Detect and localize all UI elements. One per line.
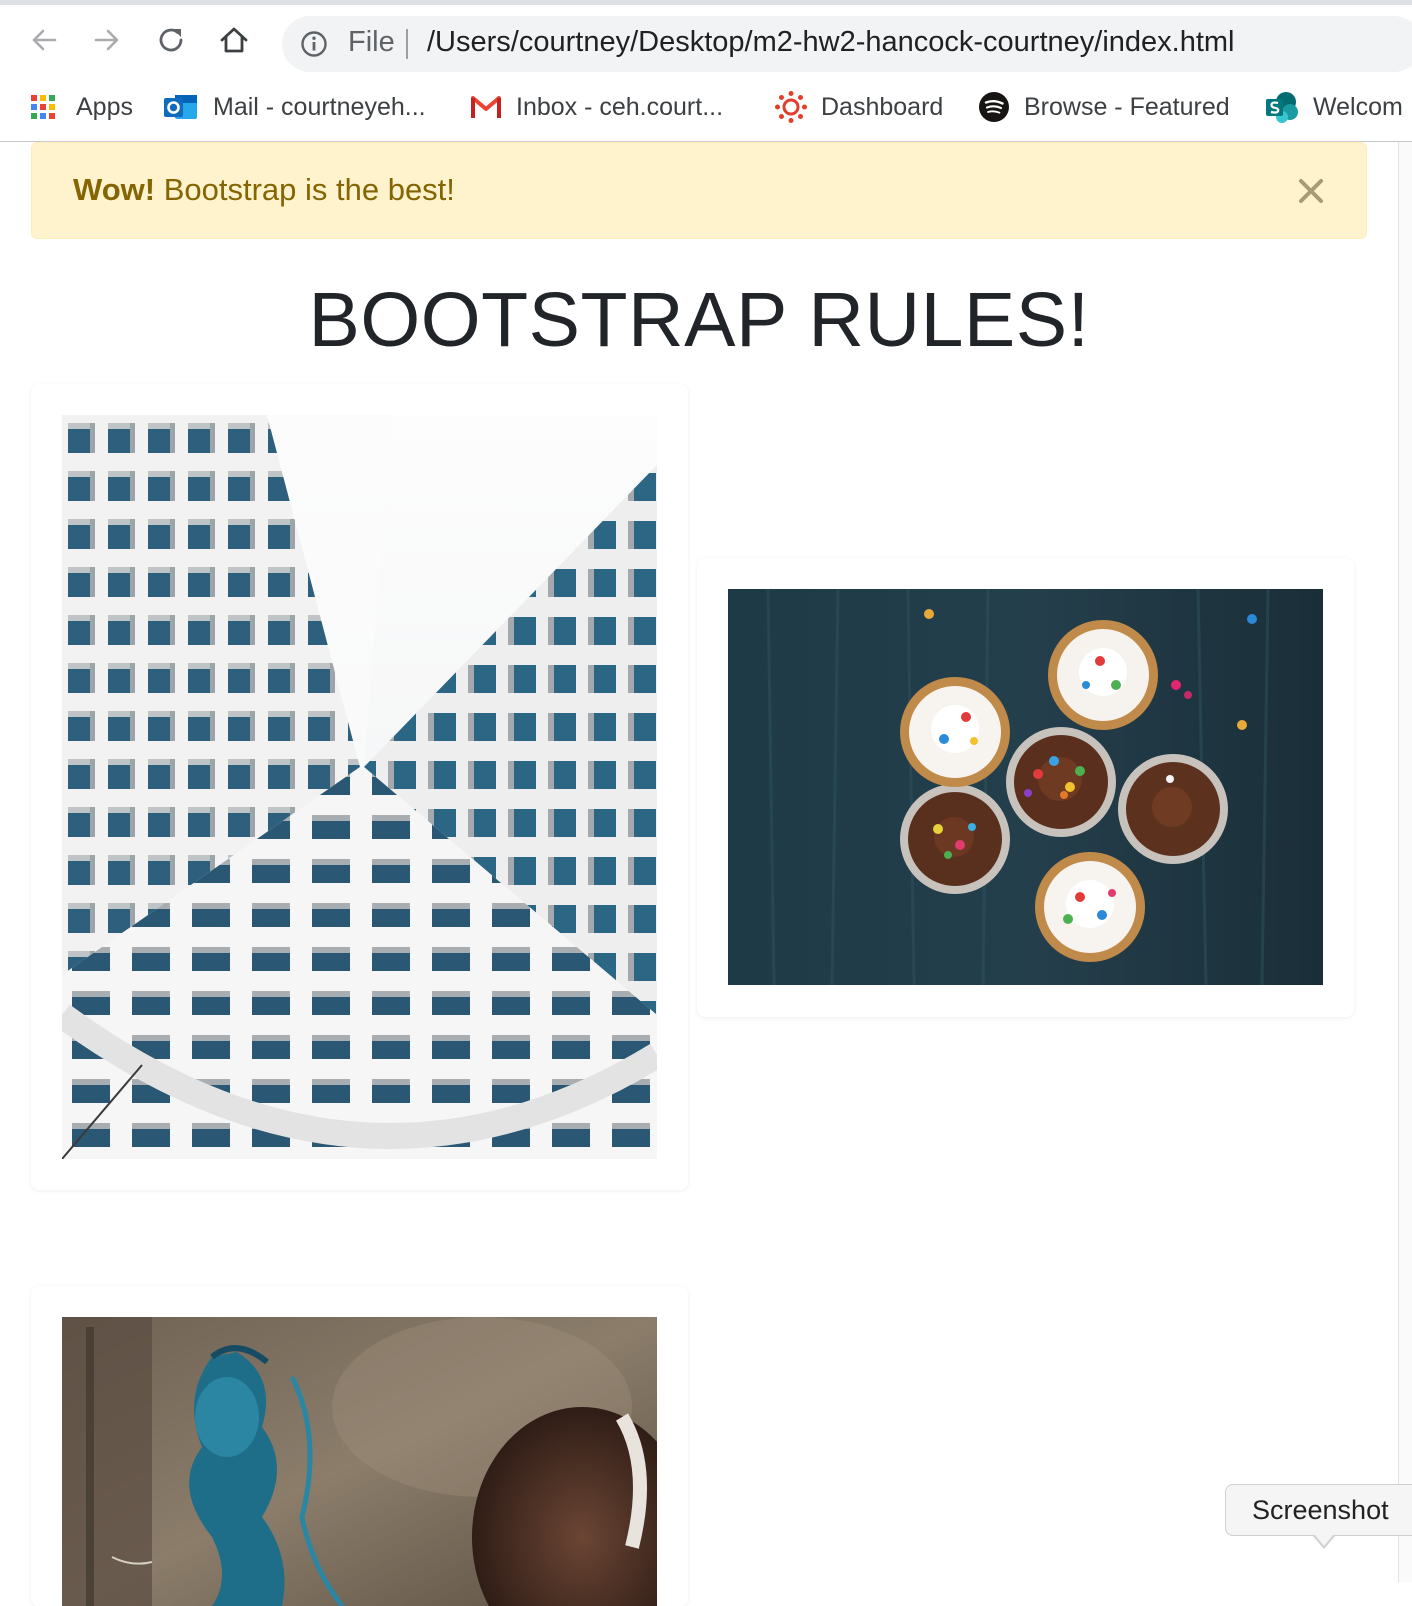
- back-button[interactable]: [26, 22, 62, 58]
- reload-button[interactable]: [153, 22, 189, 58]
- bookmark-label: Inbox - ceh.court...: [516, 92, 724, 121]
- info-icon[interactable]: [300, 30, 328, 63]
- forward-button[interactable]: [89, 22, 125, 58]
- image-card-cupcakes: [697, 558, 1354, 1017]
- alert-strong-text: Wow!: [73, 172, 156, 207]
- alert-message: Wow! Bootstrap is the best!: [73, 172, 455, 208]
- bookmark-label: Dashboard: [821, 92, 944, 121]
- cupcakes-photo: [728, 589, 1323, 985]
- url-text[interactable]: /Users/courtney/Desktop/m2-hw2-hancock-c…: [427, 26, 1235, 59]
- browser-toolbar: File /Users/courtney/Desktop/m2-hw2-hanc…: [0, 5, 1412, 77]
- image-card-graffiti: [31, 1286, 688, 1606]
- bookmarks-bar: Apps Mail - courtneyeh... Inbox - ceh.co…: [0, 77, 1412, 142]
- alert-body-text: Bootstrap is the best!: [155, 172, 455, 207]
- sharepoint-icon: [1266, 92, 1298, 123]
- url-divider: [406, 29, 408, 59]
- bookmark-label: Browse - Featured: [1024, 92, 1230, 121]
- canvas-icon: [775, 91, 807, 123]
- graffiti-photo: [62, 1317, 657, 1606]
- outlook-icon: [164, 95, 197, 119]
- page-scrollbar[interactable]: [1398, 142, 1412, 1582]
- page-heading: BOOTSTRAP RULES!: [308, 277, 1090, 363]
- bookmark-spotify[interactable]: Browse - Featured: [978, 87, 1230, 127]
- alert-close-button[interactable]: [1296, 176, 1326, 206]
- address-bar[interactable]: File /Users/courtney/Desktop/m2-hw2-hanc…: [282, 16, 1412, 72]
- close-icon: [1299, 179, 1323, 203]
- tooltip-arrow-fill: [1314, 1534, 1334, 1546]
- cupcake-chocolate: [1006, 727, 1116, 837]
- arrow-right-icon: [94, 29, 119, 51]
- screenshot-tooltip: Screenshot: [1225, 1484, 1412, 1536]
- warning-alert: Wow! Bootstrap is the best!: [31, 142, 1367, 239]
- bookmark-sharepoint[interactable]: Welcom: [1265, 87, 1403, 127]
- arrow-left-icon: [32, 29, 57, 51]
- gmail-icon: [471, 96, 501, 118]
- bookmark-mail[interactable]: Mail - courtneyeh...: [163, 87, 426, 127]
- url-scheme: File: [348, 26, 395, 58]
- bookmark-label: Mail - courtneyeh...: [213, 92, 426, 121]
- image-card-building: [31, 384, 688, 1190]
- reload-icon: [159, 28, 183, 52]
- bookmark-apps[interactable]: Apps: [30, 87, 133, 127]
- bookmark-label: Welcom: [1313, 92, 1403, 121]
- bookmark-dashboard[interactable]: Dashboard: [775, 87, 943, 127]
- home-icon: [220, 27, 248, 53]
- spotify-icon: [979, 92, 1009, 122]
- home-button[interactable]: [216, 22, 252, 58]
- apps-grid-icon: [31, 95, 55, 119]
- building-photo: [62, 415, 657, 1159]
- tooltip-label: Screenshot: [1252, 1495, 1389, 1525]
- bookmark-inbox[interactable]: Inbox - ceh.court...: [470, 87, 723, 127]
- bookmark-label: Apps: [76, 92, 133, 121]
